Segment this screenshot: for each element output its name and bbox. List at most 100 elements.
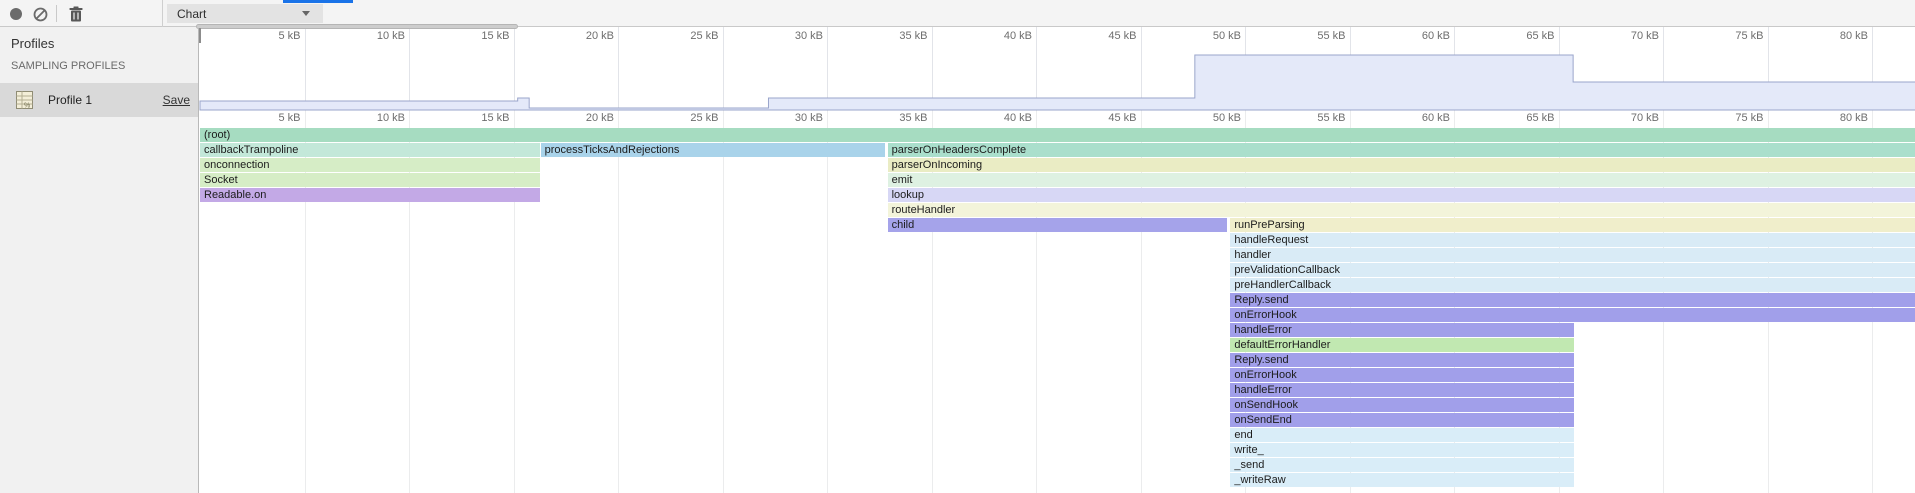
flame-frame[interactable]: onErrorHook xyxy=(1230,308,1915,322)
flame-frame[interactable]: _writeRaw xyxy=(1230,473,1574,487)
flame-frame[interactable]: runPreParsing xyxy=(1230,218,1915,232)
gridline xyxy=(1559,27,1560,110)
flame-frame[interactable]: onErrorHook xyxy=(1230,368,1574,382)
gridline xyxy=(1872,27,1873,110)
save-profile-link[interactable]: Save xyxy=(163,93,190,107)
gridline xyxy=(827,110,828,493)
flame-frame[interactable]: emit xyxy=(888,173,1915,187)
flame-frame[interactable]: Reply.send xyxy=(1230,353,1574,367)
flamechart-ruler-tick: 30 kB xyxy=(763,112,823,124)
flamechart-ruler-tick: 70 kB xyxy=(1599,112,1659,124)
flame-frame[interactable]: lookup xyxy=(888,188,1915,202)
flame-frame[interactable]: _send xyxy=(1230,458,1574,472)
gridline xyxy=(618,27,619,110)
overview-ruler-tick: 40 kB xyxy=(972,30,1032,42)
clear-icon xyxy=(33,7,48,22)
flame-frame[interactable]: handleError xyxy=(1230,383,1574,397)
svg-text:%: % xyxy=(24,103,30,110)
overview-ruler-tick: 50 kB xyxy=(1181,30,1241,42)
overview-ruler-tick: 15 kB xyxy=(450,30,510,42)
delete-profile-button[interactable] xyxy=(65,3,87,25)
flamechart-ruler-tick: 60 kB xyxy=(1390,112,1450,124)
toolbar: Chart xyxy=(0,0,1915,27)
flame-frame[interactable]: end xyxy=(1230,428,1574,442)
flame-frame[interactable]: onconnection xyxy=(200,158,540,172)
gridline xyxy=(1141,27,1142,110)
clear-profiles-button[interactable] xyxy=(29,3,51,25)
overview-ruler-tick: 25 kB xyxy=(659,30,719,42)
record-heap-profile-button[interactable] xyxy=(5,3,27,25)
flame-frame[interactable]: handleRequest xyxy=(1230,233,1915,247)
gridline xyxy=(1245,27,1246,110)
overview-ruler-tick: 30 kB xyxy=(763,30,823,42)
overview-ruler-tick: 35 kB xyxy=(868,30,928,42)
flame-frame[interactable]: child xyxy=(888,218,1228,232)
overview-ruler-tick: 80 kB xyxy=(1808,30,1868,42)
heap-profile-icon: % xyxy=(16,91,33,109)
overview-ruler-tick: 70 kB xyxy=(1599,30,1659,42)
flame-frame[interactable]: routeHandler xyxy=(888,203,1915,217)
flame-frame[interactable]: onSendEnd xyxy=(1230,413,1574,427)
selected-tab-underline xyxy=(283,0,353,3)
flame-frame[interactable]: preHandlerCallback xyxy=(1230,278,1915,292)
flamechart-ruler-tick: 45 kB xyxy=(1077,112,1137,124)
view-mode-select[interactable]: Chart xyxy=(167,4,323,23)
flame-frame[interactable]: (root) xyxy=(200,128,1915,142)
flame-frame[interactable]: Readable.on xyxy=(200,188,540,202)
flamechart-ruler-tick: 80 kB xyxy=(1808,112,1868,124)
flame-frame[interactable]: parserOnHeadersComplete xyxy=(888,143,1915,157)
gridline xyxy=(514,27,515,110)
flame-frame[interactable]: callbackTrampoline xyxy=(200,143,540,157)
flamechart-ruler-tick: 75 kB xyxy=(1704,112,1764,124)
overview-ruler-tick: 60 kB xyxy=(1390,30,1450,42)
toolbar-separator xyxy=(56,5,57,22)
flamechart-ruler-tick: 20 kB xyxy=(554,112,614,124)
flamechart-ruler-tick: 15 kB xyxy=(450,112,510,124)
flamechart-ruler-tick: 50 kB xyxy=(1181,112,1241,124)
flame-frame[interactable]: Socket xyxy=(200,173,540,187)
gridline xyxy=(618,110,619,493)
overview-ruler-tick: 45 kB xyxy=(1077,30,1137,42)
flame-frame[interactable]: Reply.send xyxy=(1230,293,1915,307)
flame-frame[interactable]: write_ xyxy=(1230,443,1574,457)
flame-frame[interactable]: handler xyxy=(1230,248,1915,262)
trash-icon xyxy=(69,6,83,22)
sidebar-title: Profiles xyxy=(11,36,54,51)
overview-ruler-tick: 65 kB xyxy=(1495,30,1555,42)
profiles-sidebar: Profiles SAMPLING PROFILES % Profile 1 S… xyxy=(0,27,199,493)
gridline xyxy=(723,27,724,110)
gridline xyxy=(1663,27,1664,110)
chevron-down-icon xyxy=(302,11,310,16)
flame-frame[interactable]: onSendHook xyxy=(1230,398,1574,412)
flame-frame[interactable]: preValidationCallback xyxy=(1230,263,1915,277)
profile-name: Profile 1 xyxy=(48,93,92,107)
overview-window-scrollbar[interactable] xyxy=(196,24,518,29)
flamechart-ruler-tick: 35 kB xyxy=(868,112,928,124)
gridline xyxy=(1350,27,1351,110)
overview-ruler-tick: 55 kB xyxy=(1286,30,1346,42)
gridline xyxy=(1768,27,1769,110)
gridline xyxy=(723,110,724,493)
overview-ruler-tick: 20 kB xyxy=(554,30,614,42)
record-icon xyxy=(9,7,23,21)
sidebar-item-profile-1[interactable]: % Profile 1 Save xyxy=(0,83,198,117)
view-mode-value: Chart xyxy=(177,7,206,21)
gridline xyxy=(1454,27,1455,110)
flame-frame[interactable]: processTicksAndRejections xyxy=(541,143,885,157)
memory-panel: Chart Profiles SAMPLING PROFILES % Profi… xyxy=(0,0,1915,493)
flame-frame[interactable]: defaultErrorHandler xyxy=(1230,338,1574,352)
gridline xyxy=(305,27,306,110)
sampling-profiles-heading: SAMPLING PROFILES xyxy=(11,60,125,72)
ruler-origin-marker xyxy=(199,28,201,43)
overview-ruler-tick: 75 kB xyxy=(1704,30,1764,42)
overview-ruler-tick: 5 kB xyxy=(241,30,301,42)
flame-frame[interactable]: handleError xyxy=(1230,323,1574,337)
flamechart-ruler-tick: 5 kB xyxy=(241,112,301,124)
overview-ruler-tick: 10 kB xyxy=(345,30,405,42)
flamechart-ruler-tick: 65 kB xyxy=(1495,112,1555,124)
flamechart-ruler-tick: 55 kB xyxy=(1286,112,1346,124)
flamechart-ruler-tick: 40 kB xyxy=(972,112,1032,124)
flame-frame[interactable]: parserOnIncoming xyxy=(888,158,1915,172)
gridline xyxy=(932,27,933,110)
flamechart-ruler-tick: 10 kB xyxy=(345,112,405,124)
